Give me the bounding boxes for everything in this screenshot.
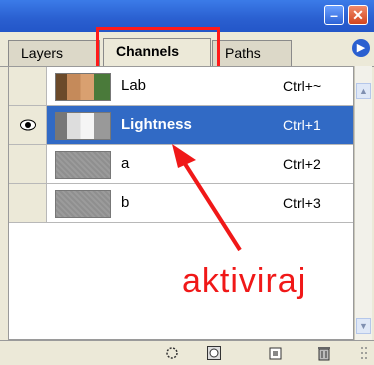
bottom-toolbar — [0, 340, 374, 365]
load-selection-icon[interactable] — [164, 345, 180, 361]
new-channel-icon[interactable] — [268, 345, 284, 361]
save-selection-icon[interactable] — [206, 345, 222, 361]
annotation-text: aktiviraj — [182, 262, 307, 300]
channels-panel-window: – ✕ Layers Channels Paths ▶ Lab Ctrl+~ L… — [0, 0, 374, 365]
resize-grip-icon[interactable] — [360, 344, 370, 360]
delete-channel-icon[interactable] — [316, 345, 332, 361]
annotation-arrow-icon — [172, 144, 242, 252]
